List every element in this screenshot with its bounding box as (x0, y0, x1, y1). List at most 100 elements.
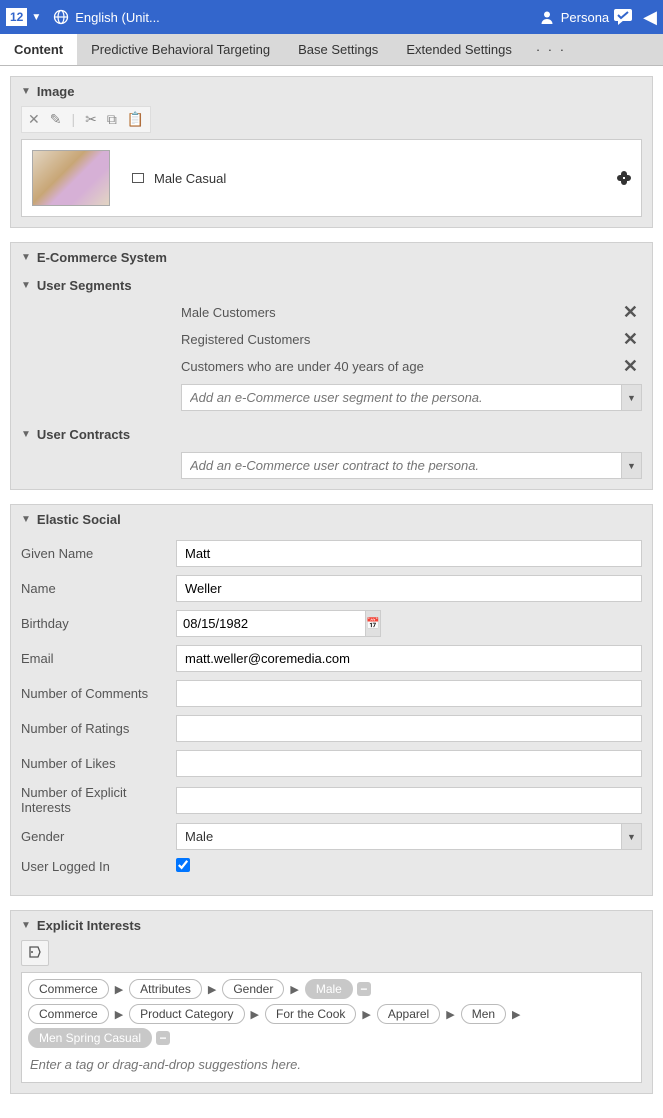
tag-chip-leaf[interactable]: Men Spring Casual (28, 1028, 152, 1048)
gender-label: Gender (21, 829, 176, 844)
edit-icon[interactable]: ✎ (50, 111, 62, 128)
email-input[interactable] (176, 645, 642, 672)
chevron-right-icon: ▶ (288, 983, 300, 996)
tag-chip[interactable]: Men (461, 1004, 506, 1024)
user-contracts-title: User Contracts (37, 427, 130, 442)
tab-content[interactable]: Content (0, 34, 77, 65)
tag-box: Commerce ▶ Attributes ▶ Gender ▶ Male − … (21, 972, 642, 1083)
segment-label: Customers who are under 40 years of age (181, 359, 424, 374)
tag-chip[interactable]: Attributes (129, 979, 202, 999)
num-comments-input[interactable] (176, 680, 642, 707)
cut-icon[interactable]: ✂ (85, 111, 97, 128)
chevron-right-icon: ▶ (206, 983, 218, 996)
image-thumbnail (32, 150, 110, 206)
add-contract-box: ▼ (181, 452, 642, 479)
chevron-right-icon: ▶ (113, 1008, 125, 1021)
given-name-input[interactable] (176, 540, 642, 567)
tabs-more[interactable]: · · · (526, 34, 576, 65)
remove-icon[interactable]: ✕ (623, 302, 642, 323)
tag-chip[interactable]: Product Category (129, 1004, 244, 1024)
copy-icon[interactable]: ⧉ (107, 111, 117, 128)
name-input[interactable] (176, 575, 642, 602)
locale-status-icon (617, 171, 631, 185)
tab-extended-settings[interactable]: Extended Settings (392, 34, 526, 65)
paste-icon[interactable]: 📋 (127, 111, 144, 128)
delete-icon[interactable]: ✕ (28, 111, 40, 128)
tag-chip[interactable]: Commerce (28, 1004, 109, 1024)
expand-icon[interactable]: ◀ (643, 7, 657, 28)
birthday-input[interactable] (176, 610, 366, 637)
explicit-header[interactable]: ▼ Explicit Interests (11, 911, 652, 940)
add-segment-box: ▼ (181, 384, 642, 411)
remove-tag-icon[interactable]: − (357, 982, 371, 996)
add-contract-input[interactable] (181, 452, 622, 479)
dropdown-icon[interactable]: ▼ (622, 452, 642, 479)
tag-chip[interactable]: Gender (222, 979, 284, 999)
num-explicit-label: Number of Explicit Interests (21, 785, 176, 815)
logo-dropdown[interactable]: ▼ (31, 12, 41, 23)
persona-label[interactable]: Persona (561, 10, 609, 25)
given-name-label: Given Name (21, 546, 176, 561)
elastic-social-panel: ▼ Elastic Social Given Name Name Birthda… (10, 504, 653, 896)
num-likes-input[interactable] (176, 750, 642, 777)
tab-predictive[interactable]: Predictive Behavioral Targeting (77, 34, 284, 65)
num-explicit-input[interactable] (176, 787, 642, 814)
num-ratings-input[interactable] (176, 715, 642, 742)
explicit-interests-panel: ▼ Explicit Interests Commerce ▶ Attribut… (10, 910, 653, 1094)
tag-chip[interactable]: Commerce (28, 979, 109, 999)
collapse-icon: ▼ (21, 514, 31, 525)
tag-chip[interactable]: Apparel (377, 1004, 440, 1024)
collapse-icon: ▼ (21, 252, 31, 263)
image-item[interactable]: Male Casual (21, 139, 642, 217)
ecommerce-header[interactable]: ▼ E-Commerce System (11, 243, 652, 272)
taxonomy-icon[interactable] (21, 940, 49, 966)
tab-base-settings[interactable]: Base Settings (284, 34, 392, 65)
tag-path-row: Commerce ▶ Product Category ▶ For the Co… (28, 1004, 635, 1048)
tag-chip[interactable]: For the Cook (265, 1004, 356, 1024)
remove-icon[interactable]: ✕ (623, 329, 642, 350)
tag-chip-leaf[interactable]: Male (305, 979, 353, 999)
tag-input[interactable] (28, 1053, 635, 1076)
remove-tag-icon[interactable]: − (156, 1031, 170, 1045)
email-label: Email (21, 651, 176, 666)
app-logo: 12 (6, 8, 27, 26)
top-bar: 12 ▼ English (Unit... Persona ◀ (0, 0, 663, 34)
user-segments-title: User Segments (37, 278, 132, 293)
collapse-icon: ▼ (21, 280, 31, 291)
image-item-label: Male Casual (154, 171, 226, 186)
content-type-icon (132, 173, 144, 183)
segment-row: Male Customers ✕ (181, 299, 642, 326)
chevron-right-icon: ▶ (360, 1008, 372, 1021)
user-segments-list: Male Customers ✕ Registered Customers ✕ … (11, 299, 652, 380)
segment-label: Registered Customers (181, 332, 310, 347)
tabs-row: Content Predictive Behavioral Targeting … (0, 34, 663, 66)
add-segment-input[interactable] (181, 384, 622, 411)
tag-path-row: Commerce ▶ Attributes ▶ Gender ▶ Male − (28, 979, 635, 999)
elastic-header[interactable]: ▼ Elastic Social (11, 505, 652, 534)
calendar-icon[interactable]: 📅 (366, 610, 381, 637)
num-likes-label: Number of Likes (21, 756, 176, 771)
persona-icon[interactable] (539, 9, 555, 25)
remove-icon[interactable]: ✕ (623, 356, 642, 377)
segment-row: Customers who are under 40 years of age … (181, 353, 642, 380)
num-comments-label: Number of Comments (21, 686, 176, 701)
chevron-right-icon: ▶ (510, 1008, 522, 1021)
name-label: Name (21, 581, 176, 596)
dropdown-icon[interactable]: ▼ (622, 823, 642, 850)
image-section-header[interactable]: ▼ Image (11, 77, 652, 106)
globe-icon[interactable] (53, 9, 69, 25)
image-panel: ▼ Image ✕ ✎ | ✂ ⧉ 📋 Male Casual (10, 76, 653, 228)
birthday-label: Birthday (21, 616, 176, 631)
dropdown-icon[interactable]: ▼ (622, 384, 642, 411)
feedback-icon[interactable] (613, 8, 635, 26)
chevron-right-icon: ▶ (444, 1008, 456, 1021)
user-segments-header[interactable]: ▼ User Segments (11, 272, 652, 299)
gender-select[interactable]: Male (176, 823, 622, 850)
user-contracts-header[interactable]: ▼ User Contracts (11, 421, 652, 448)
segment-label: Male Customers (181, 305, 276, 320)
explicit-title: Explicit Interests (37, 918, 141, 933)
locale-label[interactable]: English (Unit... (75, 10, 160, 25)
ecommerce-title: E-Commerce System (37, 250, 167, 265)
logged-in-label: User Logged In (21, 859, 176, 874)
logged-in-checkbox[interactable] (176, 858, 190, 872)
